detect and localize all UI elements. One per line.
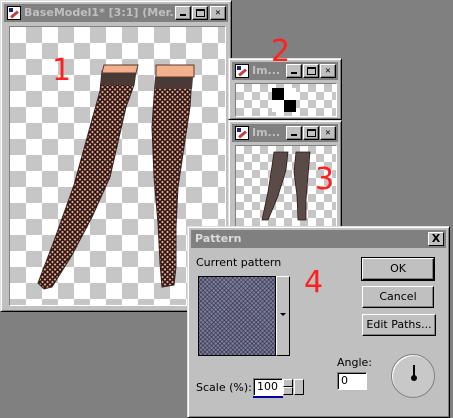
pattern-source-window: Im... ✕ 2	[228, 37, 342, 120]
close-icon: ✕	[215, 8, 221, 18]
preview-window: Im... ✕ 3	[228, 120, 342, 230]
spin-side-button[interactable]	[294, 379, 304, 395]
scale-indicator	[253, 396, 283, 398]
annotation-3: 3	[315, 162, 335, 197]
app-icon[interactable]	[235, 126, 249, 140]
angle-dial-icon[interactable]	[391, 354, 435, 398]
close-icon: X	[431, 232, 441, 245]
maximize-button[interactable]	[303, 126, 319, 140]
maximize-button[interactable]	[192, 6, 208, 20]
maximize-icon	[307, 129, 316, 137]
maximize-icon	[196, 9, 205, 17]
maximize-icon	[307, 67, 316, 75]
close-button[interactable]: ✕	[320, 126, 336, 140]
close-button[interactable]: ✕	[210, 6, 226, 20]
pattern-tile-image	[272, 88, 296, 112]
angle-value: 0	[341, 374, 348, 387]
angle-label: Angle:	[337, 356, 373, 369]
pattern-source-canvas[interactable]	[235, 83, 337, 117]
ok-button[interactable]: OK	[361, 257, 435, 281]
maximize-button[interactable]	[303, 64, 319, 78]
pattern-dropdown-button[interactable]	[276, 276, 290, 356]
annotation-2: 2	[271, 34, 291, 69]
basemodel-window-controls: ✕	[174, 6, 226, 20]
dial-pivot	[411, 375, 417, 381]
current-pattern-swatch[interactable]	[198, 276, 276, 356]
scale-spinner[interactable]	[283, 379, 305, 395]
close-button[interactable]: ✕	[320, 64, 336, 78]
cancel-button[interactable]: Cancel	[362, 286, 434, 308]
app-icon[interactable]	[235, 64, 249, 78]
angle-input[interactable]: 0	[337, 372, 367, 390]
scale-value: 100	[257, 380, 278, 393]
scale-input[interactable]: 100	[253, 378, 283, 396]
annotation-1: 1	[52, 53, 72, 88]
spin-up-icon[interactable]	[283, 379, 293, 387]
edit-paths-button[interactable]: Edit Paths...	[362, 314, 436, 336]
dropdown-arrow-icon	[280, 313, 286, 316]
minimize-icon	[291, 134, 297, 136]
pattern-source-window-controls: ✕	[285, 64, 336, 78]
dialog-close-button[interactable]: X	[428, 232, 444, 246]
preview-title: Im...	[252, 126, 281, 139]
current-pattern-label: Current pattern	[196, 256, 282, 269]
pattern-dialog-title: Pattern	[195, 232, 242, 245]
basemodel-title: BaseModel1* [3:1] (Mer...	[24, 6, 183, 19]
close-icon: ✕	[325, 66, 331, 76]
spin-down-icon[interactable]	[283, 387, 293, 395]
minimize-button[interactable]	[175, 6, 191, 20]
preview-window-controls: ✕	[285, 126, 336, 140]
minimize-button[interactable]	[286, 126, 302, 140]
minimize-icon	[291, 72, 297, 74]
close-icon: ✕	[325, 128, 331, 138]
pattern-dialog-titlebar[interactable]: Pattern	[191, 230, 446, 248]
app-icon[interactable]	[7, 6, 21, 20]
scale-label: Scale (%):	[196, 381, 252, 394]
annotation-4: 4	[304, 265, 324, 300]
minimize-icon	[180, 14, 186, 16]
